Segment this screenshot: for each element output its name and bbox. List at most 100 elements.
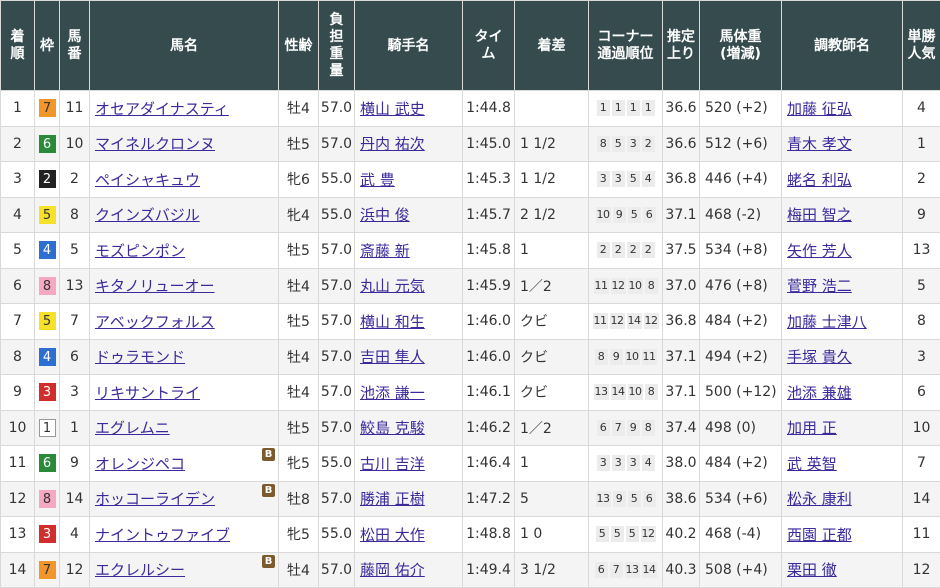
horse-name-link[interactable]: ドゥラモンド	[95, 348, 185, 366]
last3f-cell: 37.1	[662, 338, 700, 375]
trainer-link[interactable]: 西園 正都	[787, 526, 852, 544]
sexage-cell: 牝5	[278, 445, 319, 482]
waku-badge: 1	[38, 418, 56, 437]
rank-cell: 8	[0, 338, 35, 375]
waku-badge: 7	[38, 560, 56, 579]
load-cell: 57.0	[318, 232, 355, 269]
jockey-link[interactable]: 松田 大作	[360, 526, 425, 544]
rank-cell: 10	[0, 409, 35, 446]
jockey-cell: 古川 吉洋	[354, 445, 463, 482]
trainer-link[interactable]: 青木 孝文	[787, 135, 852, 153]
jockey-link[interactable]: 武 豊	[360, 171, 395, 189]
umaban-cell: 14	[59, 480, 90, 517]
horse-name-link[interactable]: オレンジペコ	[95, 455, 185, 473]
trainer-cell: 加藤 征弘	[781, 90, 903, 127]
jockey-link[interactable]: 斎藤 新	[360, 242, 410, 260]
jockey-link[interactable]: 横山 武史	[360, 100, 425, 118]
umaban-cell: 10	[59, 125, 90, 162]
horse-name-link[interactable]: アベックフォルス	[95, 313, 215, 331]
waku-badge: 6	[38, 134, 56, 153]
trainer-link[interactable]: 栗田 徹	[787, 561, 837, 579]
jockey-link[interactable]: 池添 謙一	[360, 384, 425, 402]
corner-position: 10	[624, 348, 640, 365]
corner-position: 7	[609, 561, 623, 578]
jockey-link[interactable]: 浜中 俊	[360, 206, 410, 224]
horse-name-link[interactable]: キタノリューオー	[95, 277, 215, 295]
sexage-cell: 牡4	[278, 551, 319, 588]
corner-position: 2	[641, 242, 655, 259]
corner-cell: 2222	[588, 232, 663, 269]
jockey-link[interactable]: 丸山 元気	[360, 277, 425, 295]
horse-name-link[interactable]: リキサントライ	[95, 384, 200, 402]
jockey-cell: 丹内 祐次	[354, 125, 463, 162]
umaban-cell: 6	[59, 338, 90, 375]
rank-cell: 14	[0, 551, 35, 588]
horse-name-link[interactable]: エクレルシー	[95, 561, 185, 579]
jockey-cell: 吉田 隼人	[354, 338, 463, 375]
rank-cell: 6	[0, 267, 35, 304]
margin-cell: 1／2	[514, 267, 589, 304]
trainer-link[interactable]: 手塚 貴久	[787, 348, 852, 366]
load-cell: 57.0	[318, 409, 355, 446]
waku-cell: 7	[34, 90, 60, 127]
trainer-link[interactable]: 武 英智	[787, 455, 837, 473]
waku-cell: 7	[34, 551, 60, 588]
corner-position: 10	[627, 277, 643, 294]
trainer-link[interactable]: 加用 正	[787, 419, 837, 437]
corner-position: 5	[627, 490, 641, 507]
last3f-cell: 36.6	[662, 90, 700, 127]
horse-cell: ペイシャキュウ	[89, 161, 279, 198]
jockey-link[interactable]: 鮫島 克駿	[360, 419, 425, 437]
trainer-link[interactable]: 梅田 智之	[787, 206, 852, 224]
load-cell: 55.0	[318, 445, 355, 482]
horse-name-link[interactable]: ナイントゥファイブ	[95, 526, 230, 544]
horse-name-link[interactable]: マイネルクロンヌ	[95, 135, 215, 153]
jockey-link[interactable]: 横山 和生	[360, 313, 425, 331]
trainer-link[interactable]: 矢作 芳人	[787, 242, 852, 260]
corner-cell: 13 14 10 8	[588, 374, 663, 411]
last3f-cell: 36.6	[662, 125, 700, 162]
jockey-link[interactable]: 勝浦 正樹	[360, 490, 425, 508]
horse-name-link[interactable]: ホッコーライデン	[95, 490, 215, 508]
horse-name-link[interactable]: モズピンポン	[95, 242, 185, 260]
sexage-cell: 牡5	[278, 409, 319, 446]
col-load: 負担重量	[318, 0, 355, 91]
trainer-link[interactable]: 加藤 征弘	[787, 100, 852, 118]
jockey-cell: 松田 大作	[354, 516, 463, 553]
jockey-cell: 藤岡 佑介	[354, 551, 463, 588]
trainer-link[interactable]: 加藤 士津八	[787, 313, 867, 331]
trainer-link[interactable]: 池添 兼雄	[787, 384, 852, 402]
horse-cell: モズピンポン	[89, 232, 279, 269]
trainer-link[interactable]: 蛯名 利弘	[787, 171, 852, 189]
col-pop: 単勝人気	[902, 0, 940, 91]
blinker-icon: B	[262, 448, 275, 461]
margin-cell: 1 1/2	[514, 161, 589, 198]
horse-name-link[interactable]: ペイシャキュウ	[95, 171, 200, 189]
umaban-cell: 4	[59, 516, 90, 553]
jockey-link[interactable]: 藤岡 佑介	[360, 561, 425, 579]
sexage-cell: 牡4	[278, 90, 319, 127]
sexage-cell: 牡5	[278, 303, 319, 340]
trainer-cell: 矢作 芳人	[781, 232, 903, 269]
trainer-link[interactable]: 菅野 浩二	[787, 277, 852, 295]
horse-cell: オセアダイナスティ	[89, 90, 279, 127]
header-row: 着順 枠 馬番 馬名 性齢 負担重量 騎手名 タイム 着差 コーナー 通過順位 …	[0, 0, 940, 91]
horse-cell: ナイントゥファイブ	[89, 516, 279, 553]
trainer-cell: 梅田 智之	[781, 196, 903, 233]
corner-position: 9	[609, 348, 623, 365]
table-row: 10 1 1 エグレムニ 牡5 57.0 鮫島 克駿 1:46.2 1／2 67…	[0, 409, 940, 446]
jockey-link[interactable]: 吉田 隼人	[360, 348, 425, 366]
corner-positions: 10 9 5 6	[595, 206, 656, 223]
horse-name-link[interactable]: オセアダイナスティ	[95, 100, 229, 118]
trainer-link[interactable]: 松永 康利	[787, 490, 852, 508]
jockey-link[interactable]: 古川 吉洋	[360, 455, 425, 473]
jockey-link[interactable]: 丹内 祐次	[360, 135, 425, 153]
time-cell: 1:46.0	[462, 303, 515, 340]
corner-position: 13	[593, 384, 609, 401]
horse-name-link[interactable]: クインズバジル	[95, 206, 200, 224]
horse-name-link[interactable]: エグレムニ	[95, 419, 170, 437]
time-cell: 1:45.0	[462, 125, 515, 162]
corner-position: 13	[595, 490, 611, 507]
table-row: 13 3 4 ナイントゥファイブ 牝5 55.0 松田 大作 1:48.8 1 …	[0, 516, 940, 553]
blinker-icon: B	[262, 554, 275, 568]
